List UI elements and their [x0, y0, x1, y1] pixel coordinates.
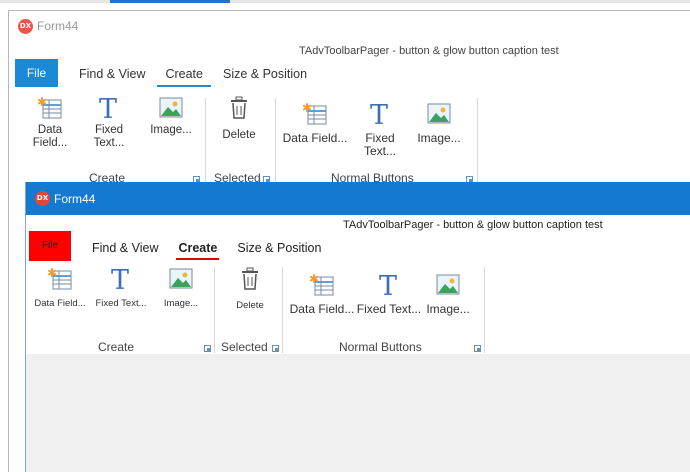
svg-text:✱: ✱: [47, 267, 57, 280]
inner-tab-find-view[interactable]: Find & View: [82, 241, 168, 255]
outer-fixed-text-label: Fixed Text...: [93, 124, 125, 149]
inner-fixed-text-label: Fixed Text...: [95, 298, 147, 309]
outer-group-separator: [275, 98, 276, 186]
outer-delete-label: Delete: [222, 129, 256, 141]
image-icon: [159, 97, 183, 118]
outer-normal-data-field-button[interactable]: ✱ Data Field...: [282, 102, 348, 145]
outer-toolbar-caption: TAdvToolbarPager - button & glow button …: [299, 45, 559, 57]
data-field-icon: ✱: [309, 273, 334, 296]
fixed-text-icon: T: [99, 94, 117, 122]
inner-window-title: Form44: [54, 192, 96, 206]
delete-icon: [242, 267, 258, 290]
dialog-launcher-icon[interactable]: [474, 345, 481, 352]
inner-normal-image-button[interactable]: Image...: [423, 273, 473, 316]
svg-text:✱: ✱: [37, 96, 47, 109]
fixed-text-icon: T: [111, 265, 129, 293]
outer-normal-image-label: Image...: [417, 131, 461, 145]
data-field-icon: ✱: [302, 102, 327, 125]
inner-file-tab[interactable]: File: [29, 231, 71, 261]
dx-logo-icon: DX: [18, 19, 33, 34]
svg-text:✱: ✱: [309, 273, 319, 286]
background-window-strip: [0, 0, 690, 3]
outer-ribbon: ✱ Data Field... T Fixed Text... Image...…: [9, 90, 690, 186]
svg-text:T: T: [111, 265, 129, 293]
image-icon: [436, 274, 460, 295]
outer-normal-image-button[interactable]: Image...: [414, 102, 464, 145]
inner-tab-create[interactable]: Create: [168, 241, 227, 260]
inner-form-body: [26, 354, 690, 472]
inner-group-normal-label: Normal Buttons: [339, 340, 422, 354]
inner-ribbon: ✱ Data Field... T Fixed Text... Image...…: [26, 263, 690, 354]
outer-data-field-button[interactable]: ✱ Data Field...: [31, 96, 69, 150]
inner-toolbar-caption: TAdvToolbarPager - button & glow button …: [343, 219, 603, 231]
inner-delete-button[interactable]: Delete: [230, 267, 270, 312]
outer-data-field-label: Data Field...: [32, 124, 68, 149]
outer-normal-fixed-text-label: Fixed Text...: [363, 131, 396, 158]
data-field-icon: ✱: [47, 267, 72, 290]
outer-file-tab[interactable]: File: [15, 59, 58, 87]
inner-data-field-label: Data Field...: [34, 298, 86, 309]
inner-titlebar[interactable]: DX Form44: [26, 182, 690, 215]
outer-tab-find-view[interactable]: Find & View: [69, 67, 155, 81]
outer-tab-create[interactable]: Create: [155, 67, 213, 87]
outer-tab-row: Find & View Create Size & Position: [69, 65, 317, 87]
inner-group-separator: [484, 267, 485, 353]
outer-image-button[interactable]: Image...: [149, 96, 193, 137]
inner-image-label: Image...: [163, 298, 199, 309]
image-icon: [169, 268, 193, 289]
dialog-launcher-icon[interactable]: [204, 345, 211, 352]
outer-tab-size-position[interactable]: Size & Position: [213, 67, 317, 81]
fixed-text-icon: T: [379, 271, 397, 299]
outer-normal-fixed-text-button[interactable]: T Fixed Text...: [349, 100, 411, 158]
inner-normal-image-label: Image...: [426, 302, 470, 316]
delete-icon: [231, 96, 247, 119]
svg-text:T: T: [370, 100, 388, 128]
inner-tab-row: Find & View Create Size & Position: [82, 239, 331, 260]
background-tab-accent: [110, 0, 230, 3]
outer-titlebar[interactable]: DX Form44: [9, 11, 690, 40]
outer-normal-data-field-label: Data Field...: [282, 131, 348, 145]
inner-group-selected-label: Selected: [221, 340, 268, 354]
svg-text:✱: ✱: [302, 102, 312, 115]
svg-text:T: T: [379, 271, 397, 299]
inner-group-create-label: Create: [98, 340, 135, 354]
inner-fixed-text-button[interactable]: T Fixed Text...: [93, 265, 149, 310]
svg-text:T: T: [99, 94, 117, 122]
data-field-icon: ✱: [37, 96, 62, 119]
dx-logo-icon: DX: [35, 191, 50, 206]
fixed-text-icon: T: [370, 100, 388, 128]
inner-normal-data-field-button[interactable]: ✱ Data Field...: [288, 273, 356, 316]
dialog-launcher-icon[interactable]: [272, 345, 279, 352]
inner-client-area: TAdvToolbarPager - button & glow button …: [26, 215, 690, 354]
outer-fixed-text-button[interactable]: T Fixed Text...: [90, 94, 128, 150]
inner-normal-data-field-label: Data Field...: [289, 302, 355, 316]
inner-normal-fixed-text-button[interactable]: T Fixed Text...: [356, 271, 422, 316]
image-icon: [427, 103, 451, 124]
inner-tab-size-position[interactable]: Size & Position: [227, 241, 331, 255]
inner-image-button[interactable]: Image...: [159, 267, 203, 310]
outer-group-separator: [205, 98, 206, 186]
inner-group-separator: [282, 267, 283, 353]
outer-image-label: Image...: [150, 124, 192, 136]
inner-group-separator: [214, 267, 215, 353]
inner-data-field-button[interactable]: ✱ Data Field...: [32, 267, 88, 310]
outer-window-title: Form44: [37, 19, 79, 33]
outer-group-separator: [477, 98, 478, 186]
inner-normal-fixed-text-label: Fixed Text...: [356, 302, 422, 316]
outer-delete-button[interactable]: Delete: [219, 96, 259, 142]
inner-delete-label: Delete: [236, 300, 264, 311]
inner-window: DX Form44 TAdvToolbarPager - button & gl…: [25, 182, 690, 472]
